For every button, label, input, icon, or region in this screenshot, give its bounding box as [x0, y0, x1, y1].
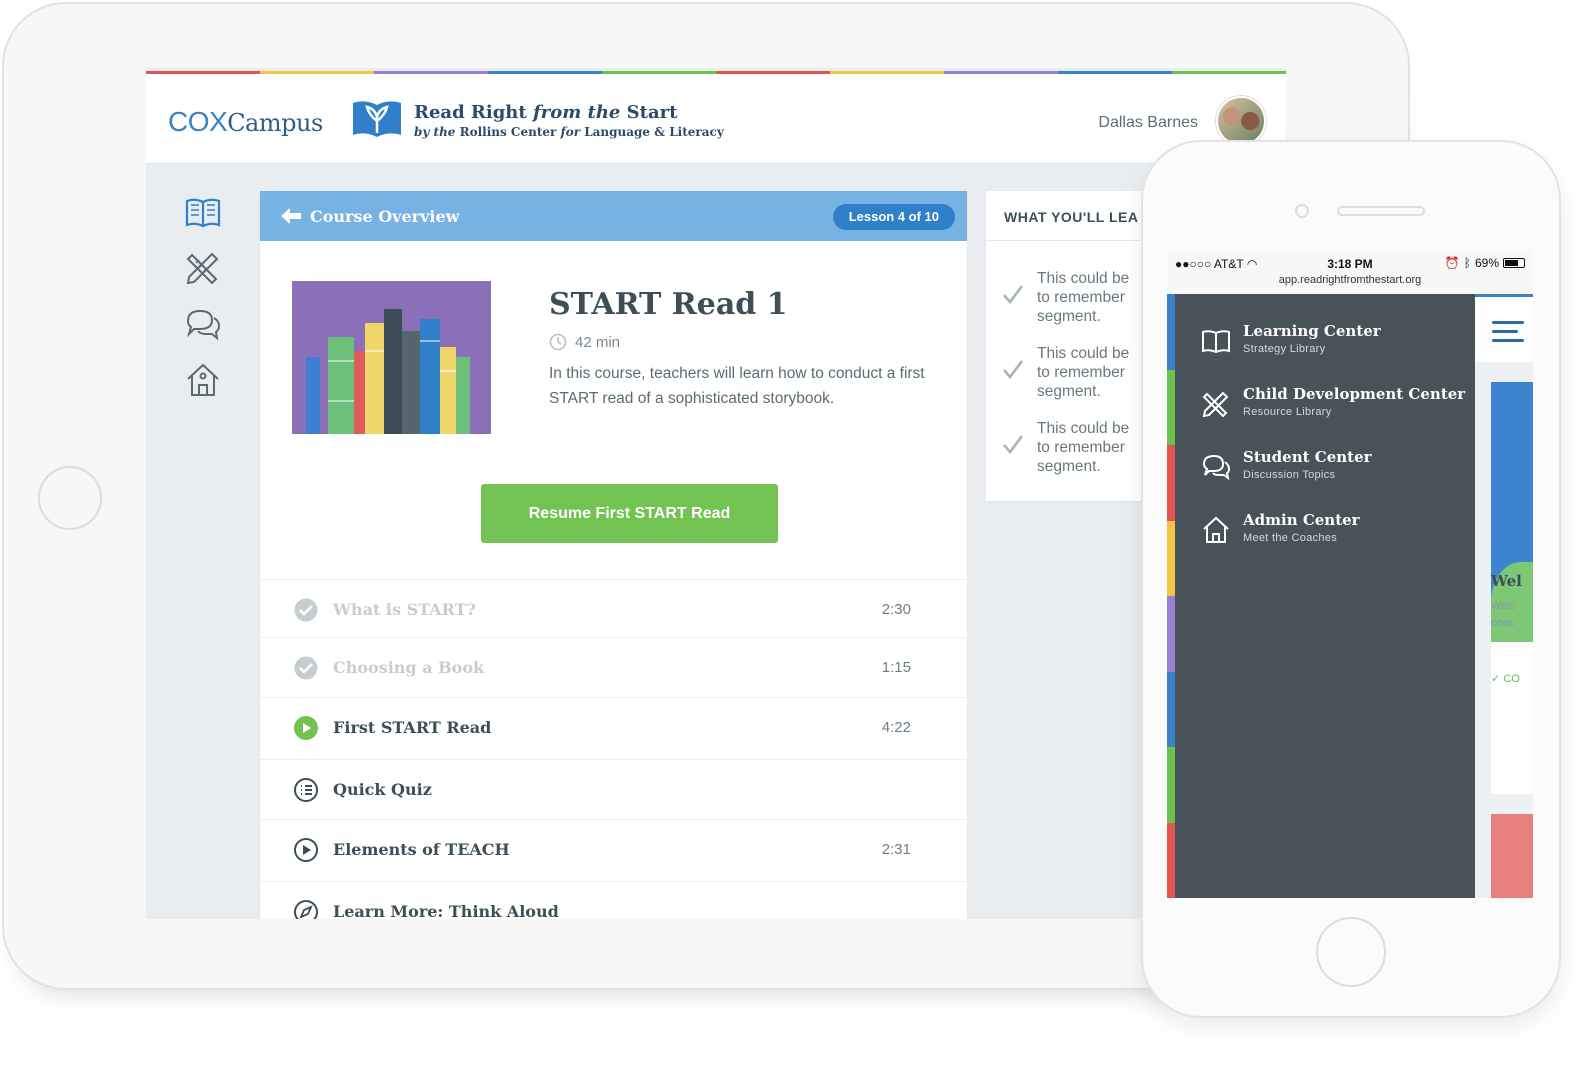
- lesson-label: Choosing a Book: [333, 658, 485, 677]
- background-card-link[interactable]: ✓ CO: [1491, 672, 1520, 685]
- back-arrow-icon[interactable]: [280, 207, 302, 225]
- left-nav: [146, 165, 260, 919]
- compass-icon: [294, 900, 318, 919]
- background-card-title: Wel: [1491, 572, 1522, 590]
- book-icon: [1202, 330, 1230, 354]
- side-menu: Learning Center Strategy Library Child D…: [1167, 294, 1475, 898]
- phone-camera: [1295, 204, 1309, 218]
- lesson-progress-badge: Lesson 4 of 10: [832, 204, 955, 230]
- phone-screen: ●●○○○ AT&T ◠ 3:18 PM ⏰ ᛒ 69% app.readrig…: [1167, 250, 1533, 898]
- top-bar: COXCampus Read Right from the Start by t…: [146, 74, 1286, 164]
- course-header: Course Overview Lesson 4 of 10: [260, 191, 967, 241]
- battery-percent: 69%: [1474, 256, 1499, 270]
- course-card: Course Overview Lesson 4 of 10 START Rea…: [260, 191, 967, 919]
- background-app: Wel Welc coac ✓ CO: [1475, 294, 1533, 898]
- course-description: In this course, teachers will learn how …: [549, 365, 925, 407]
- read-right-logo-icon: [353, 101, 401, 137]
- menu-item-subtitle: Meet the Coaches: [1243, 532, 1338, 544]
- learn-heading: WHAT YOU'LL LEA: [1004, 209, 1139, 225]
- lesson-time: 2:31: [881, 841, 911, 858]
- alarm-icon: ⏰: [1444, 256, 1460, 270]
- cox-campus-logo[interactable]: COXCampus: [168, 106, 323, 138]
- hamburger-menu-icon[interactable]: [1492, 321, 1524, 348]
- lesson-label: What is START?: [333, 600, 476, 619]
- bluetooth-icon: ᛒ: [1463, 256, 1471, 270]
- battery-icon: [1503, 258, 1525, 268]
- lesson-time: 2:30: [881, 601, 911, 618]
- menu-item-title: Child Development Center: [1243, 385, 1466, 403]
- course-title: START Read 1: [549, 287, 788, 322]
- check-circle-icon: [294, 598, 318, 622]
- pencil-ruler-icon[interactable]: [184, 249, 222, 287]
- brand-subtitle: by the Rollins Center for Language & Lit…: [414, 125, 724, 139]
- background-topbar: [1475, 294, 1533, 362]
- chat-bubbles-icon[interactable]: [184, 305, 222, 343]
- phone-device: ●●○○○ AT&T ◠ 3:18 PM ⏰ ᛒ 69% app.readrig…: [1141, 140, 1561, 1018]
- phone-home-button[interactable]: [1316, 917, 1386, 987]
- check-circle-icon: [294, 656, 318, 680]
- menu-item[interactable]: Student Center Discussion Topics: [1201, 446, 1471, 496]
- play-circle-icon: [294, 838, 318, 862]
- menu-item-title: Learning Center: [1243, 322, 1381, 340]
- lesson-label: First START Read: [333, 718, 492, 737]
- lesson-row[interactable]: Learn More: Think Aloud: [260, 881, 967, 919]
- user-name[interactable]: Dallas Barnes: [1098, 114, 1198, 132]
- pencil-ruler-icon: [1202, 391, 1229, 418]
- lesson-row[interactable]: Choosing a Book 1:15: [260, 637, 967, 697]
- lesson-row[interactable]: First START Read 4:22: [260, 697, 967, 757]
- resume-button[interactable]: Resume First START Read: [481, 484, 778, 543]
- quiz-list-icon: [294, 778, 318, 802]
- tablet-home-button[interactable]: [38, 466, 102, 530]
- background-card-text: Welc coac: [1491, 600, 1516, 629]
- tablet-screen: COXCampus Read Right from the Start by t…: [146, 68, 1286, 919]
- lesson-time: 1:15: [881, 659, 911, 676]
- url-bar[interactable]: app.readrightfromthestart.org: [1167, 274, 1533, 286]
- lesson-label: Quick Quiz: [333, 780, 432, 799]
- menu-item[interactable]: Learning Center Strategy Library: [1201, 320, 1471, 370]
- lesson-label: Elements of TEACH: [333, 840, 510, 859]
- lesson-time: 4:22: [881, 719, 911, 736]
- course-duration: 42 min: [549, 333, 620, 351]
- menu-item-title: Student Center: [1243, 448, 1372, 466]
- status-bar: ●●○○○ AT&T ◠ 3:18 PM ⏰ ᛒ 69% app.readrig…: [1167, 250, 1533, 294]
- play-circle-filled-icon: [294, 716, 318, 740]
- house-icon[interactable]: [184, 361, 222, 399]
- checkmark-icon: [1003, 435, 1024, 455]
- book-icon[interactable]: [184, 193, 222, 231]
- menu-item-title: Admin Center: [1243, 511, 1360, 529]
- lesson-label: Learn More: Think Aloud: [333, 902, 559, 919]
- menu-item[interactable]: Admin Center Meet the Coaches: [1201, 509, 1471, 559]
- clock-icon: [549, 333, 567, 351]
- menu-item-subtitle: Resource Library: [1243, 406, 1332, 418]
- house-icon: [1203, 516, 1229, 543]
- lesson-row[interactable]: Quick Quiz: [260, 759, 967, 819]
- chat-bubbles-icon: [1202, 454, 1231, 481]
- course-overview-link[interactable]: Course Overview: [310, 207, 459, 226]
- menu-item[interactable]: Child Development Center Resource Librar…: [1201, 383, 1471, 433]
- menu-item-subtitle: Strategy Library: [1243, 343, 1326, 355]
- background-card-red[interactable]: [1491, 814, 1533, 898]
- battery-indicator: ⏰ ᛒ 69%: [1445, 256, 1525, 270]
- brand-title: Read Right from the Start: [414, 102, 678, 123]
- lesson-row[interactable]: What is START? 2:30: [260, 579, 967, 639]
- course-cover-image: [292, 281, 491, 434]
- menu-item-subtitle: Discussion Topics: [1243, 469, 1336, 481]
- checkmark-icon: [1003, 285, 1024, 305]
- phone-speaker: [1337, 206, 1425, 216]
- lesson-row[interactable]: Elements of TEACH 2:31: [260, 819, 967, 879]
- duration-label: 42 min: [575, 333, 621, 351]
- menu-color-stripe: [1167, 294, 1175, 898]
- avatar[interactable]: [1216, 96, 1266, 146]
- checkmark-icon: [1003, 360, 1024, 380]
